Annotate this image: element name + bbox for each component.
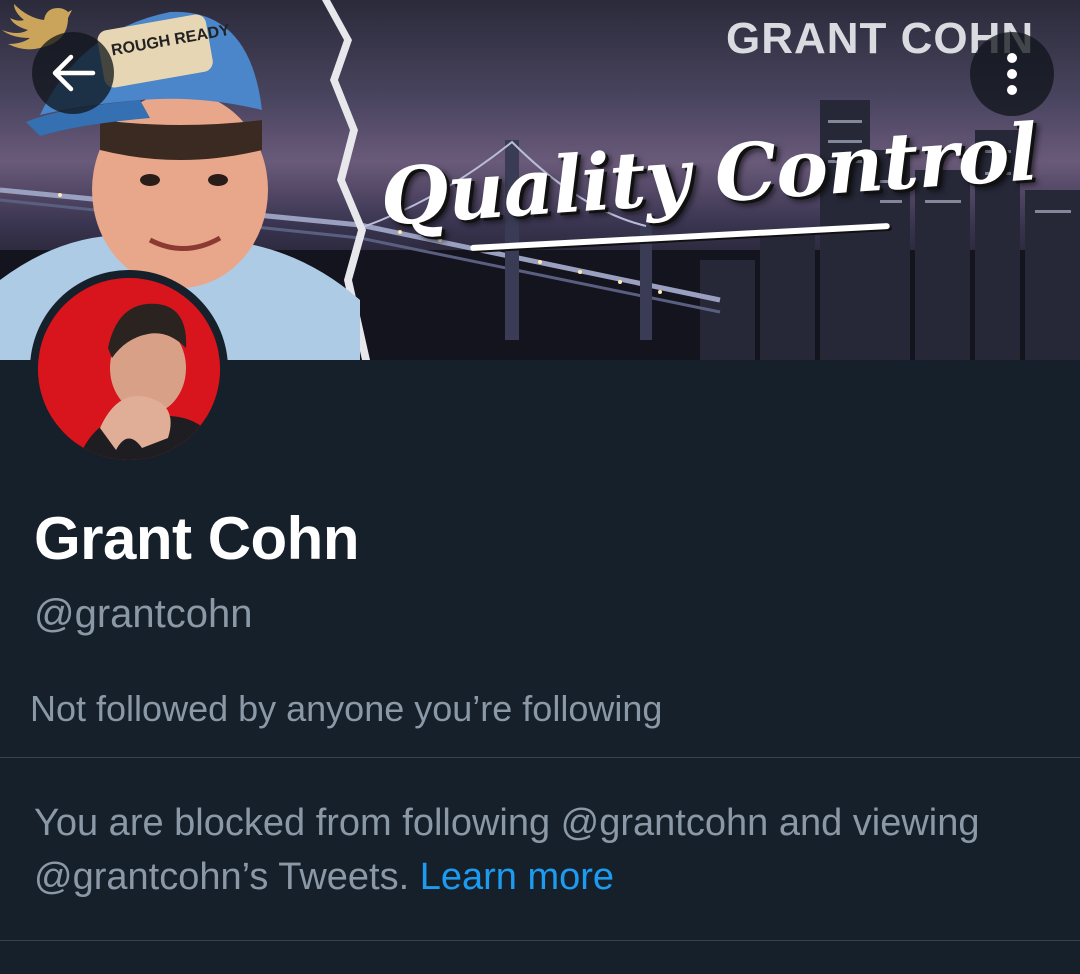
avatar-image bbox=[38, 278, 220, 460]
avatar[interactable] bbox=[30, 270, 228, 468]
learn-more-link[interactable]: Learn more bbox=[420, 856, 614, 898]
more-options-button[interactable] bbox=[970, 32, 1054, 116]
arrow-left-icon bbox=[52, 54, 96, 92]
back-button[interactable] bbox=[32, 32, 114, 114]
blocked-notice: You are blocked from following @grantcoh… bbox=[34, 796, 1034, 904]
divider bbox=[0, 757, 1080, 758]
divider bbox=[0, 940, 1080, 941]
more-vertical-icon bbox=[1007, 53, 1017, 95]
display-name: Grant Cohn bbox=[34, 505, 359, 572]
handle: @grantcohn bbox=[34, 592, 253, 636]
followers-you-know-note: Not followed by anyone you’re following bbox=[30, 688, 663, 729]
